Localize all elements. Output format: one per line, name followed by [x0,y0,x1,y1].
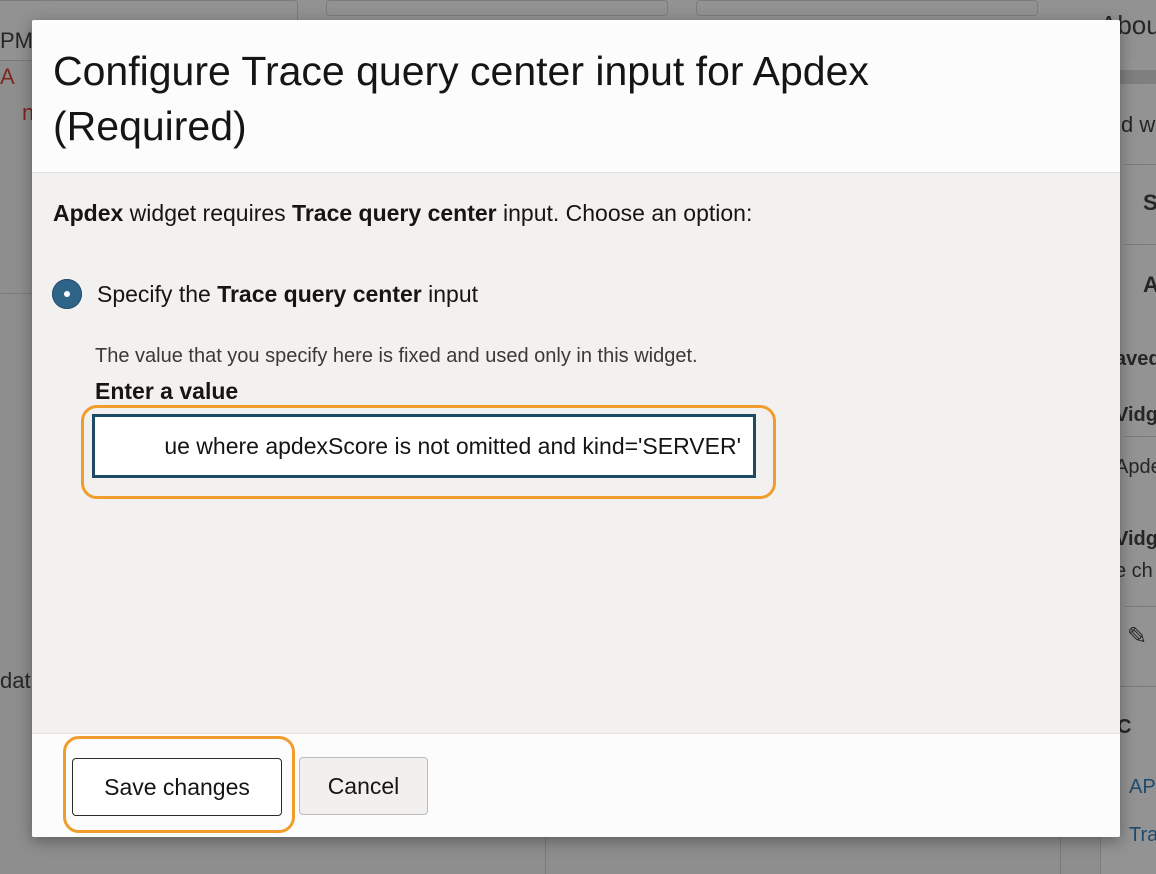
background-app-label: PM [0,28,33,53]
intro-input-name: Trace query center [292,200,497,226]
background-panel-text: A [1143,272,1156,297]
intro-text-middle: widget requires [123,200,293,226]
background-card [326,0,668,16]
option-label-prefix: Specify the [97,281,218,307]
intro-widget-name: Apdex [53,200,124,226]
configure-input-dialog: Configure Trace query center input for A… [32,20,1120,837]
background-panel-text: Vidg [1115,404,1156,426]
background-panel-text: d w [1121,112,1156,137]
dialog-title: Configure Trace query center input for A… [53,48,869,149]
background-divider [1060,837,1061,874]
dialog-footer: Save changes Cancel [32,733,1120,837]
option-help-text: The value that you specify here is fixed… [95,345,698,367]
intro-text-end: input. Choose an option: [496,200,753,226]
option-label-input-name: Trace query center [217,281,422,307]
value-input[interactable] [92,414,756,478]
radio-selected-dot [64,291,70,297]
option-label-suffix: input [421,281,479,307]
dialog-header: Configure Trace query center input for A… [32,20,1120,173]
background-panel-text: aved [1115,348,1156,370]
background-panel-text: Vidg [1115,528,1156,550]
background-panel-text: S [1143,190,1156,215]
background-error-text: A [0,64,15,89]
specify-input-radio[interactable] [52,279,82,309]
background-panel-link: Tra [1129,824,1156,846]
background-panel-text: e ch [1115,560,1153,582]
dialog-body: Apdex widget requires Trace query center… [32,173,1120,733]
background-divider [545,837,546,874]
specify-input-label[interactable]: Specify the Trace query center input [97,281,478,308]
intro-text: Apdex widget requires Trace query center… [53,200,752,227]
background-panel-link: AP [1129,776,1156,798]
pencil-icon: ✎ [1127,623,1148,650]
cancel-button[interactable]: Cancel [299,757,428,815]
background-label: dat [0,668,31,693]
save-changes-button[interactable]: Save changes [72,758,282,816]
background-card [696,0,1038,16]
background-panel-text: Apde [1115,456,1156,478]
value-field-label: Enter a value [95,378,239,404]
